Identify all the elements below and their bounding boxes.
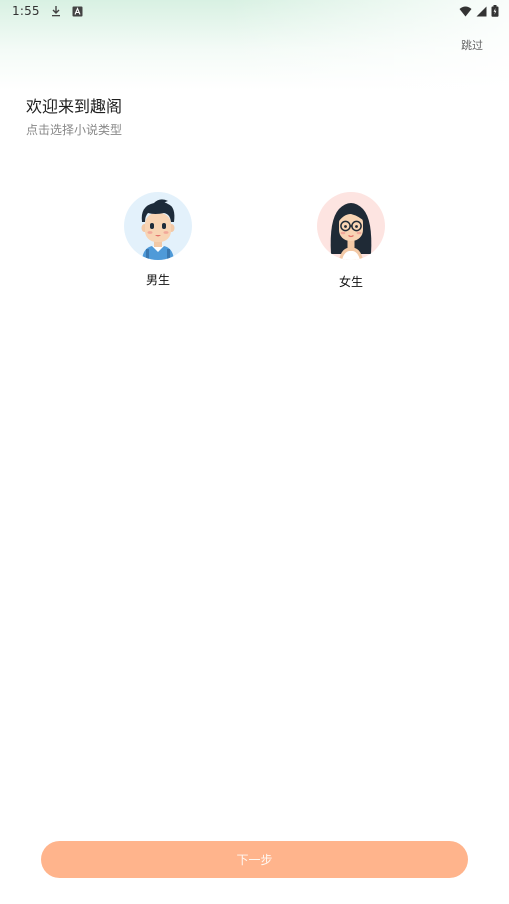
battery-icon bbox=[491, 5, 499, 17]
download-icon bbox=[50, 5, 62, 17]
status-bar: 1:55 bbox=[0, 0, 509, 22]
boy-avatar-icon bbox=[124, 192, 192, 260]
status-bar-left: 1:55 bbox=[12, 4, 83, 18]
signal-icon bbox=[476, 6, 487, 17]
notification-a-icon bbox=[72, 6, 83, 17]
gender-label-male: 男生 bbox=[145, 273, 170, 287]
page-subtitle: 点击选择小说类型 bbox=[26, 123, 123, 137]
page-title: 欢迎来到趣阁 bbox=[26, 97, 123, 116]
gender-option-male[interactable]: 男生 bbox=[113, 192, 203, 288]
wifi-icon bbox=[459, 6, 472, 17]
girl-avatar-icon bbox=[317, 192, 385, 260]
gender-label-female: 女生 bbox=[338, 275, 363, 289]
gender-option-female[interactable]: 女生 bbox=[306, 192, 396, 290]
status-time: 1:55 bbox=[12, 4, 40, 18]
skip-button[interactable]: 跳过 bbox=[461, 37, 483, 53]
status-bar-right bbox=[459, 5, 499, 17]
next-step-button[interactable]: 下一步 bbox=[41, 841, 468, 878]
